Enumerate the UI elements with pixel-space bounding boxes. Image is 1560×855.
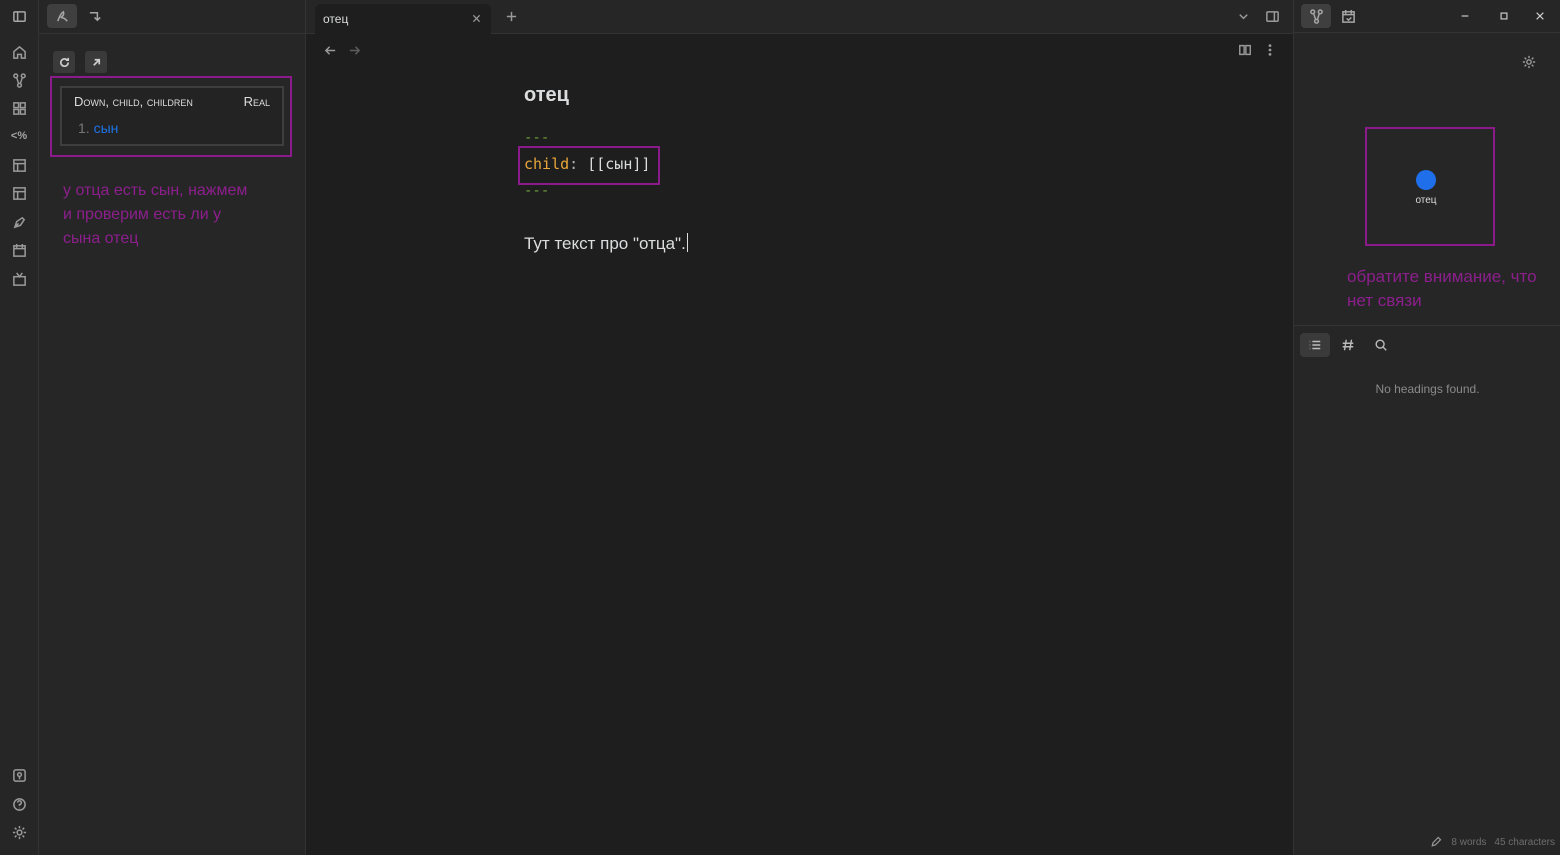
text-cursor [686, 233, 688, 252]
hierarchy-direction-label: Down, child, children [74, 94, 193, 109]
grid-icon[interactable] [9, 98, 29, 118]
search-icon[interactable] [1366, 333, 1396, 357]
highlight-box-graph [1365, 127, 1495, 246]
hierarchy-mode-label: Real [243, 94, 270, 109]
word-count: 8 words [1451, 836, 1487, 848]
breadcrumbs-icon[interactable] [47, 4, 77, 28]
editor-pane: отец --- child: [[сын]] --- Тут текст пр… [306, 34, 1293, 855]
pen-icon[interactable] [9, 212, 29, 232]
forward-icon[interactable] [346, 42, 362, 58]
list-icon[interactable] [1300, 333, 1330, 357]
frontmatter-close: --- [524, 183, 550, 199]
plus-icon[interactable] [503, 8, 519, 24]
annotation-right: обратите внимание, что нет связи [1347, 267, 1537, 310]
right-sidebar-toggle-icon[interactable] [1263, 7, 1281, 25]
minimize-icon[interactable] [1455, 6, 1475, 26]
outline-empty-message: No headings found. [1375, 382, 1480, 396]
outline-tabs [1294, 326, 1560, 362]
page-title: отец [524, 84, 569, 106]
gear-icon[interactable] [1520, 53, 1538, 71]
tab-label: отец [323, 12, 349, 26]
tab-bar: отец [306, 0, 1293, 34]
left-sidebar-header [39, 0, 305, 34]
tab-father[interactable]: отец [315, 4, 491, 34]
frontmatter-open: --- [524, 130, 550, 146]
close-icon[interactable] [469, 11, 483, 25]
reading-view-icon[interactable] [1237, 42, 1253, 58]
template-icon[interactable]: <% [9, 126, 29, 146]
note-body[interactable]: Тут текст про "отца". [524, 233, 688, 254]
maximize-icon[interactable] [1494, 6, 1514, 26]
child-link[interactable]: сын [94, 120, 119, 136]
chevron-down-icon[interactable] [1235, 8, 1251, 24]
home-icon[interactable] [9, 42, 29, 62]
settings-icon[interactable] [9, 822, 29, 842]
status-bar: 8 words 45 characters [1429, 835, 1555, 849]
list-item-number: 1. [78, 120, 90, 136]
layout-icon[interactable] [9, 155, 29, 175]
hash-icon[interactable] [1333, 333, 1363, 357]
graph-icon[interactable] [9, 70, 29, 90]
sidebar-toggle-icon[interactable] [5, 4, 33, 28]
edit-icon[interactable] [1429, 835, 1443, 849]
list-item: 1. сын [78, 120, 118, 136]
vault-icon[interactable] [9, 765, 29, 785]
character-count: 45 characters [1494, 836, 1555, 848]
layout-alt-icon[interactable] [9, 183, 29, 203]
back-icon[interactable] [322, 42, 338, 58]
annotation-left: у отца есть сын, нажмем и проверим есть … [63, 182, 248, 247]
hierarchy-panel: Down, child, children Real 1. сын [60, 86, 284, 146]
calendar-icon[interactable] [1334, 4, 1362, 28]
note-body-text: Тут текст про "отца". [524, 234, 686, 253]
open-external-icon[interactable] [85, 51, 107, 73]
highlight-box-frontmatter [518, 146, 660, 185]
calendar-icon[interactable] [9, 240, 29, 260]
refresh-icon[interactable] [53, 51, 75, 73]
right-sidebar-header [1294, 0, 1560, 33]
help-icon[interactable] [9, 794, 29, 814]
tv-icon[interactable] [9, 269, 29, 289]
more-options-icon[interactable] [1262, 42, 1278, 58]
redirect-icon[interactable] [81, 4, 109, 28]
ribbon: <% [0, 0, 39, 855]
graph-icon[interactable] [1301, 4, 1331, 28]
close-icon[interactable] [1530, 6, 1550, 26]
